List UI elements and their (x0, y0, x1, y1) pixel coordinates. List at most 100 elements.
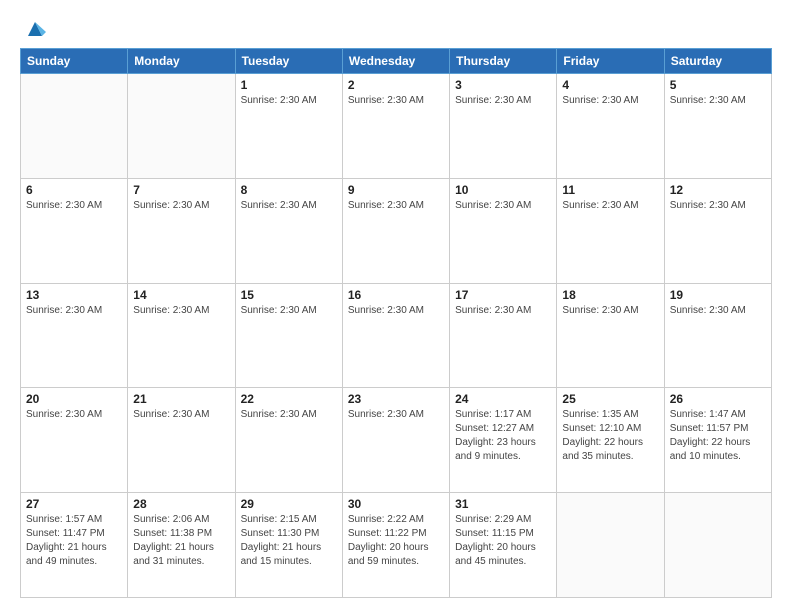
day-number: 5 (670, 78, 766, 92)
calendar-cell: 26 Sunrise: 1:47 AMSunset: 11:57 PMDaylig… (664, 388, 771, 493)
day-info: Sunrise: 2:30 AM (26, 304, 122, 318)
calendar-cell (664, 493, 771, 598)
calendar-cell: 22 Sunrise: 2:30 AM (235, 388, 342, 493)
calendar-cell: 6 Sunrise: 2:30 AM (21, 178, 128, 283)
calendar-cell: 25Sunrise: 1:35 AMSunset: 12:10 AMDaylig… (557, 388, 664, 493)
day-info: Sunrise: 2:06 AMSunset: 11:38 PMDaylight… (133, 513, 229, 569)
day-info: Sunrise: 2:30 AM (348, 94, 444, 108)
day-number: 29 (241, 497, 337, 511)
calendar-cell: 11 Sunrise: 2:30 AM (557, 178, 664, 283)
weekday-header-row: SundayMondayTuesdayWednesdayThursdayFrid… (21, 49, 772, 74)
day-number: 30 (348, 497, 444, 511)
calendar-cell: 30 Sunrise: 2:22 AMSunset: 11:22 PMDaylig… (342, 493, 449, 598)
weekday-header-cell: Monday (128, 49, 235, 74)
day-info: Sunrise: 2:30 AM (133, 408, 229, 422)
weekday-header-cell: Tuesday (235, 49, 342, 74)
calendar-cell: 7 Sunrise: 2:30 AM (128, 178, 235, 283)
page: SundayMondayTuesdayWednesdayThursdayFrid… (0, 0, 792, 612)
day-info: Sunrise: 2:22 AMSunset: 11:22 PMDaylight… (348, 513, 444, 569)
day-number: 20 (26, 392, 122, 406)
logo (20, 18, 46, 40)
day-info: Sunrise: 2:30 AM (455, 199, 551, 213)
day-info: Sunrise: 1:57 AMSunset: 11:47 PMDaylight… (26, 513, 122, 569)
day-info: Sunrise: 2:30 AM (241, 94, 337, 108)
day-number: 15 (241, 288, 337, 302)
header (20, 18, 772, 40)
calendar-cell: 20 Sunrise: 2:30 AM (21, 388, 128, 493)
day-number: 19 (670, 288, 766, 302)
calendar-cell: 24Sunrise: 1:17 AMSunset: 12:27 AMDaylig… (450, 388, 557, 493)
day-info: Sunrise: 2:30 AM (26, 199, 122, 213)
day-info: Sunrise: 2:30 AM (455, 304, 551, 318)
day-number: 22 (241, 392, 337, 406)
calendar-cell: 2 Sunrise: 2:30 AM (342, 74, 449, 179)
day-number: 26 (670, 392, 766, 406)
day-number: 6 (26, 183, 122, 197)
day-number: 7 (133, 183, 229, 197)
calendar-cell: 29 Sunrise: 2:15 AMSunset: 11:30 PMDaylig… (235, 493, 342, 598)
day-number: 31 (455, 497, 551, 511)
day-info: Sunrise: 2:30 AM (562, 199, 658, 213)
calendar-cell: 27 Sunrise: 1:57 AMSunset: 11:47 PMDaylig… (21, 493, 128, 598)
day-info: Sunrise: 2:30 AM (670, 199, 766, 213)
day-info: Sunrise: 2:30 AM (670, 304, 766, 318)
day-info: Sunrise: 2:30 AM (133, 304, 229, 318)
day-info: Sunrise: 2:30 AM (670, 94, 766, 108)
day-number: 24 (455, 392, 551, 406)
calendar-cell: 16 Sunrise: 2:30 AM (342, 283, 449, 388)
day-info: Sunrise: 2:30 AM (241, 408, 337, 422)
calendar-cell: 8Sunrise: 2:30 AM (235, 178, 342, 283)
day-info: Sunrise: 2:15 AMSunset: 11:30 PMDaylight… (241, 513, 337, 569)
weekday-header-cell: Thursday (450, 49, 557, 74)
calendar-cell: 31 Sunrise: 2:29 AMSunset: 11:15 PMDaylig… (450, 493, 557, 598)
calendar-cell: 13 Sunrise: 2:30 AM (21, 283, 128, 388)
day-number: 13 (26, 288, 122, 302)
calendar-cell: 9Sunrise: 2:30 AM (342, 178, 449, 283)
calendar-week-row: 1Sunrise: 2:30 AM2Sunrise: 2:30 AM3Sunri… (21, 74, 772, 179)
calendar-cell: 21 Sunrise: 2:30 AM (128, 388, 235, 493)
day-number: 27 (26, 497, 122, 511)
calendar-week-row: 27 Sunrise: 1:57 AMSunset: 11:47 PMDaylig… (21, 493, 772, 598)
calendar-cell (557, 493, 664, 598)
calendar-cell: 17 Sunrise: 2:30 AM (450, 283, 557, 388)
calendar-cell: 5 Sunrise: 2:30 AM (664, 74, 771, 179)
weekday-header-cell: Friday (557, 49, 664, 74)
day-info: Sunrise: 1:35 AMSunset: 12:10 AMDaylight… (562, 408, 658, 464)
day-number: 12 (670, 183, 766, 197)
day-number: 10 (455, 183, 551, 197)
calendar-cell: 19 Sunrise: 2:30 AM (664, 283, 771, 388)
day-number: 11 (562, 183, 658, 197)
day-number: 23 (348, 392, 444, 406)
day-info: Sunrise: 2:29 AMSunset: 11:15 PMDaylight… (455, 513, 551, 569)
day-info: Sunrise: 2:30 AM (133, 199, 229, 213)
day-number: 9 (348, 183, 444, 197)
day-info: Sunrise: 1:47 AMSunset: 11:57 PMDaylight… (670, 408, 766, 464)
calendar-cell: 3Sunrise: 2:30 AM (450, 74, 557, 179)
day-number: 18 (562, 288, 658, 302)
day-number: 14 (133, 288, 229, 302)
day-number: 4 (562, 78, 658, 92)
calendar-cell: 18 Sunrise: 2:30 AM (557, 283, 664, 388)
day-info: Sunrise: 2:30 AM (348, 304, 444, 318)
weekday-header-cell: Wednesday (342, 49, 449, 74)
calendar-cell: 12 Sunrise: 2:30 AM (664, 178, 771, 283)
calendar-cell: 10 Sunrise: 2:30 AM (450, 178, 557, 283)
day-info: Sunrise: 2:30 AM (562, 304, 658, 318)
calendar-cell: 15 Sunrise: 2:30 AM (235, 283, 342, 388)
day-info: Sunrise: 2:30 AM (241, 304, 337, 318)
day-info: Sunrise: 2:30 AM (455, 94, 551, 108)
day-info: Sunrise: 2:30 AM (26, 408, 122, 422)
calendar-cell: 4Sunrise: 2:30 AM (557, 74, 664, 179)
day-number: 21 (133, 392, 229, 406)
calendar-week-row: 20 Sunrise: 2:30 AM 21 Sunrise: 2:30 AM 22 Su… (21, 388, 772, 493)
day-number: 2 (348, 78, 444, 92)
day-number: 1 (241, 78, 337, 92)
day-number: 17 (455, 288, 551, 302)
day-number: 8 (241, 183, 337, 197)
calendar-week-row: 6Sunrise: 2:30 AM7Sunrise: 2:30 AM8Sunri… (21, 178, 772, 283)
calendar-week-row: 13 Sunrise: 2:30 AM 14 Sunrise: 2:30 AM 15 Su… (21, 283, 772, 388)
day-info: Sunrise: 2:30 AM (348, 408, 444, 422)
day-number: 16 (348, 288, 444, 302)
calendar-cell (128, 74, 235, 179)
calendar-cell: 14 Sunrise: 2:30 AM (128, 283, 235, 388)
